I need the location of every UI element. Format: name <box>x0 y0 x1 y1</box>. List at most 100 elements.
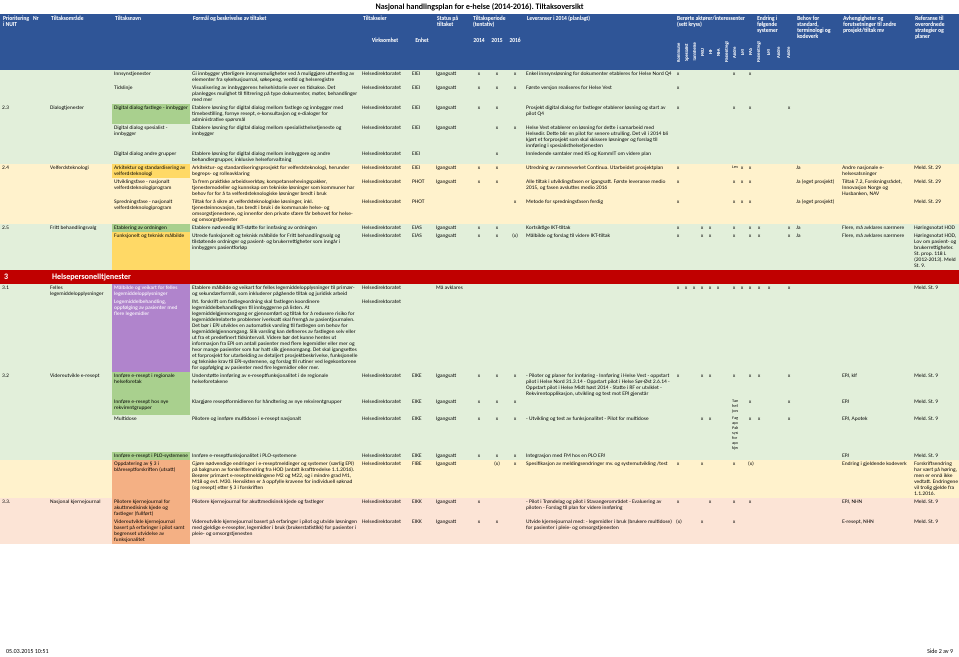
cell: Utrede funksjonelt og teknisk målbilde f… <box>190 232 360 270</box>
actor-cell: x <box>674 460 682 498</box>
cell: Igangsatt <box>434 372 470 398</box>
footer-right: Side 2 av 9 <box>927 647 953 655</box>
actor-cell: x <box>730 232 738 270</box>
actor-cell: x <box>738 178 746 198</box>
actor-cell <box>722 415 730 452</box>
cell: Igangsatt <box>434 518 470 544</box>
cell: x <box>506 198 524 224</box>
table-row: TidslinjeVisualisering av innbyggerens h… <box>0 84 959 104</box>
cell: Integrasjon med FM hos en PLO EPJ <box>524 452 674 460</box>
actor-cell: x <box>730 104 738 124</box>
change-cell <box>774 232 784 270</box>
cell <box>912 150 959 164</box>
cell: Meld. St. 9 <box>912 284 959 298</box>
actor-cell <box>690 164 698 178</box>
cell: x <box>506 84 524 104</box>
actor-cell: x <box>746 70 754 84</box>
actor-cell: x <box>674 70 682 84</box>
cell: Høringsnotat HOD, Lov om pasient- og bru… <box>912 232 959 270</box>
actor-cell <box>722 460 730 498</box>
cell: Innføre e-resept hos nye rekvirentgruppe… <box>112 398 190 415</box>
cell: Spredningsfase - nasjonalt velferdstekno… <box>112 198 190 224</box>
actor-cell <box>714 70 722 84</box>
cell: x <box>506 372 524 398</box>
cell: Igangsatt <box>434 178 470 198</box>
cell: Igangsatt <box>434 124 470 150</box>
actor-cell <box>714 198 722 224</box>
actor-cell <box>738 104 746 124</box>
cell: Igangsatt <box>434 460 470 498</box>
h-ref: Referanse til overordnede strategier og … <box>912 14 959 70</box>
cell: x <box>506 460 524 498</box>
change-cell <box>764 460 774 498</box>
cell: Målbilde og veikart for felles legemidde… <box>112 284 190 298</box>
actor-cell <box>690 460 698 498</box>
actor-cell <box>706 164 714 178</box>
cell <box>470 284 488 298</box>
cell <box>30 84 48 104</box>
cell <box>48 398 112 415</box>
h-v1: Spesialist <box>685 38 690 66</box>
cell: FIBE <box>410 460 434 498</box>
cell <box>794 150 840 164</box>
change-cell <box>764 298 774 372</box>
doc-title: Nasjonal handlingsplan for e-helse (2014… <box>0 0 959 14</box>
cell: Etablere løsning for digital dialog mell… <box>190 124 360 150</box>
cell: Etablere nødvendig IKT-støtte for innfas… <box>190 224 360 232</box>
actor-cell: x <box>746 198 754 224</box>
cell <box>30 518 48 544</box>
actor-cell <box>698 104 706 124</box>
cell <box>48 198 112 224</box>
change-cell: x <box>754 415 764 452</box>
cell: Meld. St. 9 <box>912 415 959 452</box>
h-andre2: Andre <box>787 38 792 66</box>
actor-cell <box>706 124 714 150</box>
cell <box>840 298 912 372</box>
cell <box>30 460 48 498</box>
cell <box>488 284 506 298</box>
actor-cell <box>706 518 714 544</box>
cell <box>410 284 434 298</box>
cell <box>470 124 488 150</box>
table-row: 3.2Videreutvikle e-reseptInnføre e-resep… <box>0 372 959 398</box>
actor-cell <box>698 498 706 518</box>
actor-cell: x <box>698 224 706 232</box>
cell: Klargjøre reseptformidleren for håndteri… <box>190 398 360 415</box>
cell: EIEI <box>410 70 434 84</box>
cell: x <box>506 452 524 460</box>
change-cell <box>764 415 774 452</box>
cell <box>30 178 48 198</box>
h-status: Status på tiltaket <box>434 14 470 36</box>
cell: x <box>488 224 506 232</box>
change-cell <box>764 178 774 198</box>
cell: EPJ, Apotek <box>840 415 912 452</box>
actor-cell <box>738 84 746 104</box>
actor-cell <box>738 398 746 415</box>
cell <box>506 224 524 232</box>
change-cell <box>774 415 784 452</box>
cell: EIKE <box>410 452 434 460</box>
cell: Etablere målbilde og veikart for felles … <box>190 284 360 298</box>
h-v3: PRO <box>701 38 706 66</box>
table-row: Innføre e-resept i PLO-systemeneInnføre … <box>0 452 959 460</box>
cell <box>30 452 48 460</box>
actor-cell <box>722 104 730 124</box>
change-cell <box>754 164 764 178</box>
change-cell: x <box>784 284 794 298</box>
table-row: 2.4VelferdsteknologiArkitektur og standa… <box>0 164 959 178</box>
actor-cell <box>738 372 746 398</box>
actor-cell: x <box>730 518 738 544</box>
change-cell <box>754 150 764 164</box>
cell <box>0 84 30 104</box>
actor-cell: x <box>730 198 738 224</box>
table-row: InnsynstjenesterGi innbygger ytterligere… <box>0 70 959 84</box>
table-row: Funksjonelt og teknisk målbildeUtrede fu… <box>0 232 959 270</box>
cell: EIKK <box>410 498 434 518</box>
cell <box>794 460 840 498</box>
cell: Multidose <box>112 415 190 452</box>
actor-cell <box>690 415 698 452</box>
cell <box>506 518 524 544</box>
cell: x <box>488 164 506 178</box>
cell: Helsedirektoratet <box>360 518 410 544</box>
cell: Utvide kjernejournal med: - legemidler i… <box>524 518 674 544</box>
